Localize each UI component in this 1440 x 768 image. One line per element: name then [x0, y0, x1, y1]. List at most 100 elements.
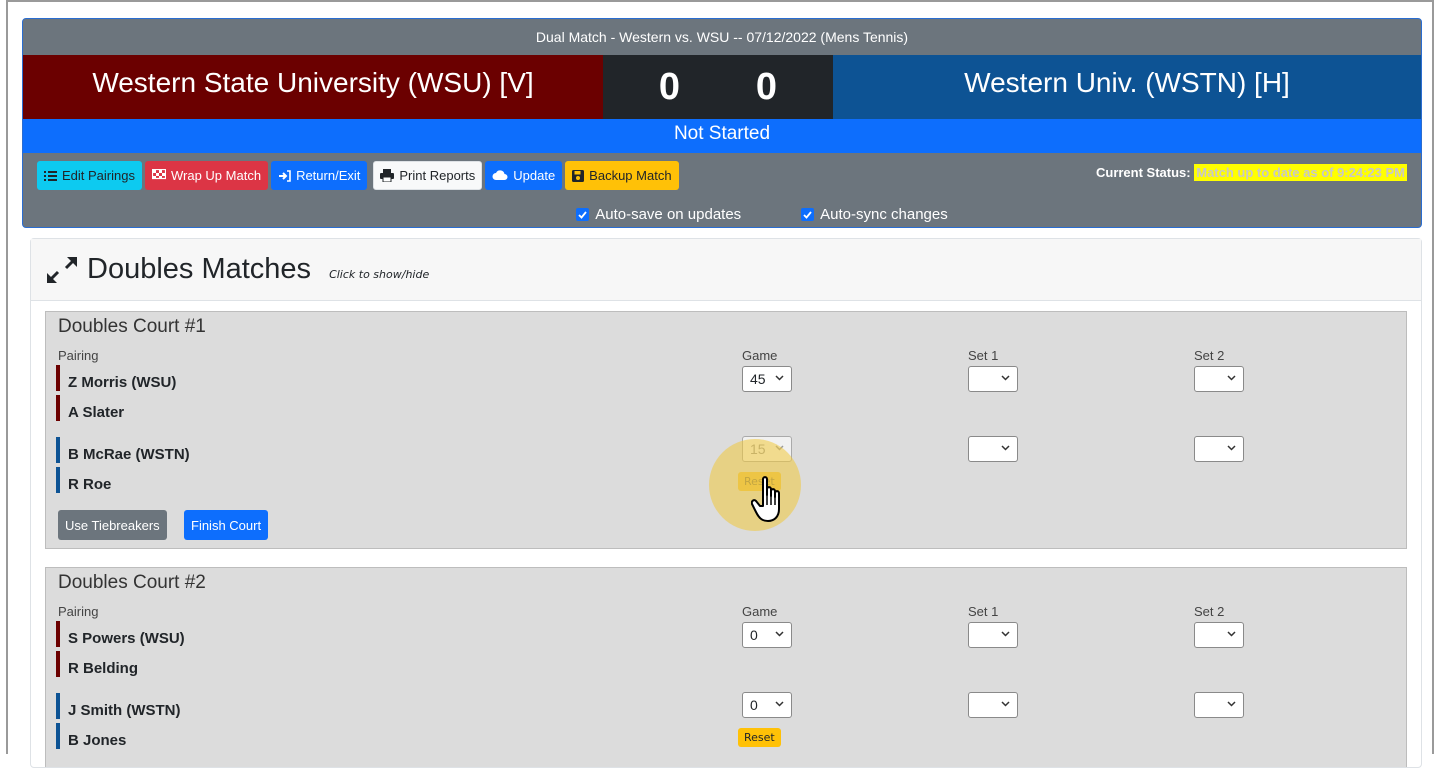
home-player-2: B Jones	[56, 723, 126, 749]
visitor-player-1: Z Morris (WSU)	[56, 365, 176, 391]
chevron-down-icon	[1227, 375, 1236, 381]
select-value: 0	[750, 627, 758, 643]
return-exit-button[interactable]: Return/Exit	[271, 161, 368, 190]
match-status-banner: Not Started	[23, 119, 1421, 153]
doubles-section-toggle[interactable]: Doubles Matches Click to show/hide	[31, 239, 1421, 301]
edit-pairings-button[interactable]: Edit Pairings	[37, 161, 142, 190]
home-team-name: Western Univ. (WSTN) [H]	[833, 55, 1421, 119]
set2-label: Set 2	[1194, 348, 1225, 363]
game-label: Game	[742, 604, 778, 619]
chevron-down-icon	[1001, 375, 1010, 381]
section-title: Doubles Matches	[87, 253, 312, 285]
match-header: Dual Match - Western vs. WSU -- 07/12/20…	[22, 18, 1422, 228]
pairing-label: Pairing	[58, 348, 99, 363]
set1-label: Set 1	[968, 604, 999, 619]
toolbar: Edit Pairings Wrap Up Match Return/Exit …	[37, 161, 679, 190]
visitor-set2-select[interactable]	[1194, 366, 1244, 392]
visitor-player-2: A Slater	[56, 395, 124, 421]
chevron-down-icon	[1001, 701, 1010, 707]
wrap-up-match-button[interactable]: Wrap Up Match	[144, 161, 269, 190]
chevron-down-icon	[1227, 445, 1236, 451]
auto-sync-label: Auto-sync changes	[820, 206, 948, 223]
current-status-label: Current Status:	[1095, 165, 1191, 180]
visitor-color-bar	[56, 395, 60, 421]
auto-save-label: Auto-save on updates	[595, 206, 742, 223]
cloud-icon	[492, 170, 508, 180]
printer-icon	[380, 169, 395, 182]
visitor-game-select[interactable]: 0	[742, 622, 792, 648]
home-player-2: R Roe	[56, 467, 111, 493]
doubles-court-2: Doubles Court #2 Pairing Game Set 1 Set …	[45, 567, 1407, 767]
checkbox-checked-icon	[576, 208, 590, 221]
auto-save-checkbox[interactable]: Auto-save on updates	[576, 206, 741, 223]
court-title: Doubles Court #2	[58, 572, 206, 593]
current-status: Current Status: Match up to date as of 9…	[1095, 164, 1407, 181]
visitor-team-name: Western State University (WSU) [V]	[23, 55, 603, 119]
visitor-score: 0	[658, 65, 681, 108]
visitor-game-select[interactable]: 45	[742, 366, 792, 392]
match-title: Dual Match - Western vs. WSU -- 07/12/20…	[23, 19, 1421, 55]
visitor-color-bar	[56, 365, 60, 391]
visitor-color-bar	[56, 651, 60, 677]
hand-pointer-cursor-icon	[751, 476, 780, 522]
select-value: 0	[750, 697, 758, 713]
save-icon	[572, 169, 585, 182]
current-status-value: Match up to date as of 9:24:23 PM	[1194, 164, 1407, 181]
player-name: B Jones	[68, 732, 127, 749]
visitor-player-2: R Belding	[56, 651, 138, 677]
visitor-player-1: S Powers (WSU)	[56, 621, 185, 647]
auto-sync-checkbox[interactable]: Auto-sync changes	[801, 206, 948, 223]
visitor-set1-select[interactable]	[968, 622, 1018, 648]
chevron-down-icon	[775, 701, 784, 707]
home-set2-select[interactable]	[1194, 692, 1244, 718]
chevron-down-icon	[775, 375, 784, 381]
player-name: S Powers (WSU)	[68, 630, 185, 647]
home-game-select[interactable]: 0	[742, 692, 792, 718]
chevron-down-icon	[1001, 631, 1010, 637]
player-name: J Smith (WSTN)	[68, 702, 181, 719]
chevron-down-icon	[1227, 701, 1236, 707]
home-set1-select[interactable]	[968, 692, 1018, 718]
checkered-flag-icon	[151, 169, 166, 180]
chevron-down-icon	[1001, 445, 1010, 451]
home-player-1: J Smith (WSTN)	[56, 693, 181, 719]
checkbox-checked-icon	[801, 208, 815, 221]
home-set2-select[interactable]	[1194, 436, 1244, 462]
backup-match-label: Backup Match	[589, 168, 672, 183]
visitor-set2-select[interactable]	[1194, 622, 1244, 648]
update-button[interactable]: Update	[485, 161, 563, 190]
home-color-bar	[56, 437, 60, 463]
print-reports-label: Print Reports	[399, 168, 476, 183]
wrap-up-label: Wrap Up Match	[170, 168, 262, 183]
use-tiebreakers-button[interactable]: Use Tiebreakers	[58, 510, 167, 540]
app-frame: Dual Match - Western vs. WSU -- 07/12/20…	[6, 0, 1434, 768]
home-set1-select[interactable]	[968, 436, 1018, 462]
chevron-down-icon	[1227, 631, 1236, 637]
print-reports-button[interactable]: Print Reports	[373, 161, 483, 190]
home-color-bar	[56, 723, 60, 749]
list-icon	[44, 170, 57, 181]
chevron-down-icon	[775, 631, 784, 637]
reset-button[interactable]: Reset	[738, 728, 781, 747]
visitor-set1-select[interactable]	[968, 366, 1018, 392]
expand-arrows-icon	[46, 256, 78, 283]
finish-court-button[interactable]: Finish Court	[184, 510, 269, 540]
edit-pairings-label: Edit Pairings	[62, 168, 135, 183]
backup-match-button[interactable]: Backup Match	[565, 161, 679, 190]
update-label: Update	[513, 168, 556, 183]
player-name: R Belding	[68, 660, 138, 677]
set1-label: Set 1	[968, 348, 999, 363]
player-name: R Roe	[68, 476, 112, 493]
doubles-matches-card: Doubles Matches Click to show/hide Doubl…	[30, 238, 1422, 768]
visitor-color-bar	[56, 621, 60, 647]
home-score: 0	[755, 65, 778, 108]
sign-out-icon	[279, 169, 291, 182]
score-display: 0 0	[603, 55, 833, 119]
player-name: A Slater	[68, 404, 125, 421]
player-name: Z Morris (WSU)	[68, 374, 177, 391]
home-color-bar	[56, 467, 60, 493]
home-color-bar	[56, 693, 60, 719]
sync-options: Auto-save on updates Auto-sync changes	[23, 206, 1421, 223]
game-label: Game	[742, 348, 778, 363]
player-name: B McRae (WSTN)	[68, 446, 190, 463]
